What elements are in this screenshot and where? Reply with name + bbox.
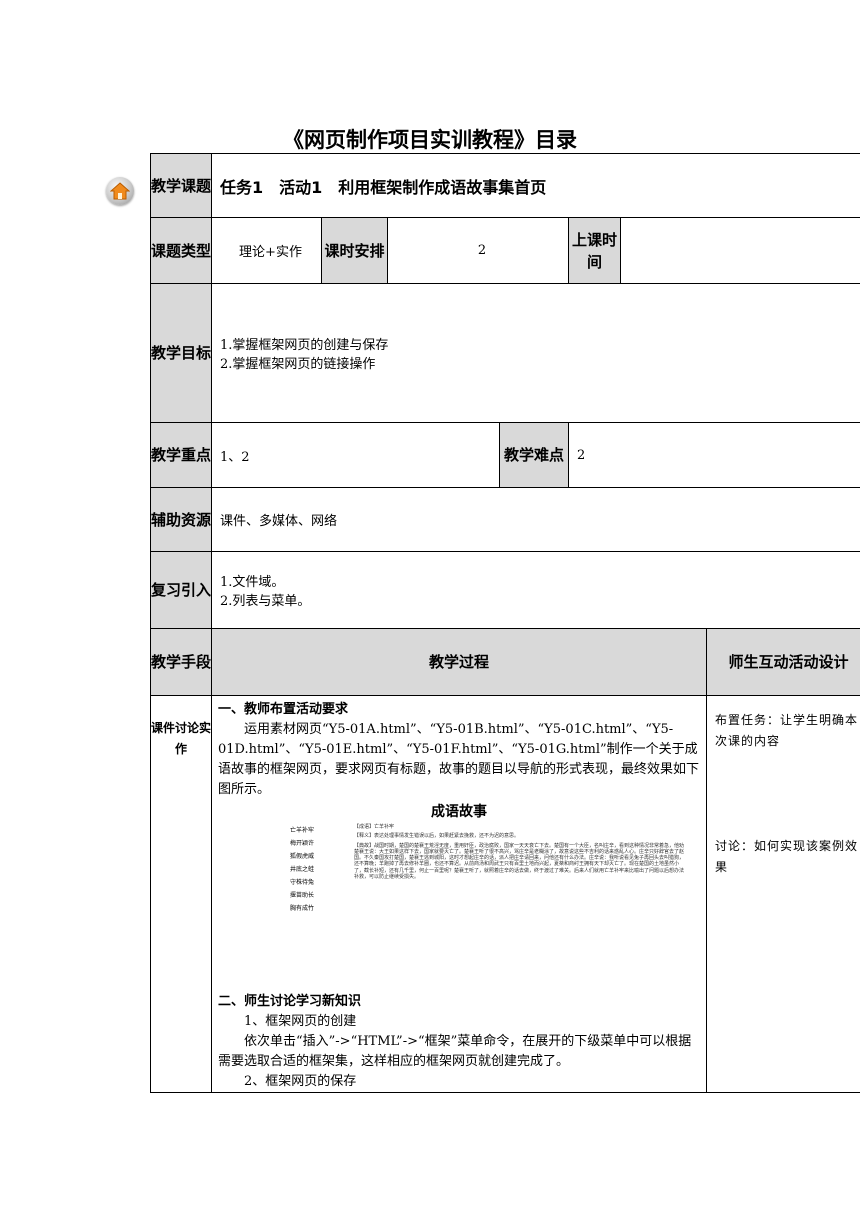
nav-item[interactable]: 亡羊补牢 — [290, 824, 314, 837]
means-value: 课件讨论实作 — [150, 695, 212, 1093]
goal-value: 1.掌握框架网页的创建与保存 2.掌握框架网页的链接操作 — [210, 283, 860, 423]
goal-item: 2.掌握框架网页的链接操作 — [220, 357, 376, 372]
difficulty-label: 教学难点 — [499, 422, 569, 488]
review-item: 2.列表与菜单。 — [220, 594, 311, 609]
resources-label: 辅助资源 — [150, 487, 212, 552]
home-icon[interactable] — [106, 177, 134, 205]
story-title: 【成语】亡羊补牢 — [354, 824, 395, 830]
interaction-task: 布置任务：让学生明确本次课的内容 — [715, 713, 859, 748]
review-label: 复习引入 — [150, 551, 212, 629]
screenshot-story: 【成语】亡羊补牢 【释义】表达处理事情发生错误以后，如果赶紧去挽救，还不为迟的意… — [354, 824, 684, 883]
result-screenshot: 成语故事 亡羊补牢 梅开颖许 狐假虎威 井底之蛙 守株待兔 揠苗助长 胸有成竹 … — [218, 802, 700, 992]
nav-item[interactable]: 井底之蛙 — [290, 863, 314, 876]
hours-label: 课时安排 — [321, 217, 388, 284]
section-2-title: 二、师生讨论学习新知识 — [218, 994, 362, 1009]
review-item: 1.文件域。 — [220, 575, 285, 590]
time-value — [619, 217, 860, 284]
goal-item: 1.掌握框架网页的创建与保存 — [220, 338, 389, 353]
page-title: 《网页制作项目实训教程》目录 — [283, 128, 577, 152]
nav-item[interactable]: 守株待兔 — [290, 876, 314, 889]
time-label: 上课时间 — [568, 217, 621, 284]
story-text: 【典故】战国时期，楚国的楚襄王荒淫无度，重用奸臣，政治腐败，国家一天天衰亡下去。… — [354, 842, 685, 881]
section-1-text: 运用素材网页“Y5-01A.html”、“Y5-01B.html”、“Y5-01… — [218, 722, 700, 797]
screenshot-title: 成语故事 — [431, 804, 487, 820]
nav-item[interactable]: 狐假虎威 — [290, 850, 314, 863]
topic-label: 教学课题 — [150, 153, 212, 218]
process-header: 教学过程 — [211, 628, 707, 696]
goal-label: 教学目标 — [150, 283, 212, 423]
nav-item[interactable]: 胸有成竹 — [290, 902, 314, 915]
interaction-header: 师生互动活动设计 — [705, 628, 860, 696]
interaction-content: 布置任务：让学生明确本次课的内容 讨论：如何实现该案例效果 — [705, 695, 860, 1093]
section-2-line: 依次单击“插入”->“HTML”->“框架”菜单命令，在展开的下级菜单中可以根据… — [218, 1034, 692, 1069]
section-2-line: 2、框架网页的保存 — [244, 1074, 357, 1089]
review-value: 1.文件域。 2.列表与菜单。 — [210, 551, 860, 629]
hours-value: 2 — [387, 217, 569, 284]
nav-item[interactable]: 揠苗助长 — [290, 889, 314, 902]
focus-label: 教学重点 — [150, 422, 212, 488]
section-2-line: 1、框架网页的创建 — [244, 1014, 357, 1029]
section-1-title: 一、教师布置活动要求 — [218, 702, 349, 717]
screenshot-nav: 亡羊补牢 梅开颖许 狐假虎威 井底之蛙 守株待兔 揠苗助长 胸有成竹 — [290, 824, 314, 915]
topic-value: 任务1 活动1 利用框架制作成语故事集首页 — [210, 153, 860, 218]
story-meaning: 【释义】表达处理事情发生错误以后，如果赶紧去挽救，还不为迟的意思。 — [354, 833, 520, 840]
type-value: 理论+实作 — [211, 217, 322, 284]
means-label: 教学手段 — [150, 628, 212, 696]
resources-value: 课件、多媒体、网络 — [210, 487, 860, 552]
lesson-table: 教学课题 任务1 活动1 利用框架制作成语故事集首页 课题类型 理论+实作 课时… — [150, 153, 860, 1093]
type-label: 课题类型 — [150, 217, 212, 284]
nav-item[interactable]: 梅开颖许 — [290, 837, 314, 850]
interaction-discussion: 讨论：如何实现该案例效果 — [715, 839, 859, 874]
difficulty-value: 2 — [567, 422, 860, 488]
process-content: 一、教师布置活动要求 运用素材网页“Y5-01A.html”、“Y5-01B.h… — [211, 695, 707, 1093]
focus-value: 1、2 — [211, 422, 500, 488]
